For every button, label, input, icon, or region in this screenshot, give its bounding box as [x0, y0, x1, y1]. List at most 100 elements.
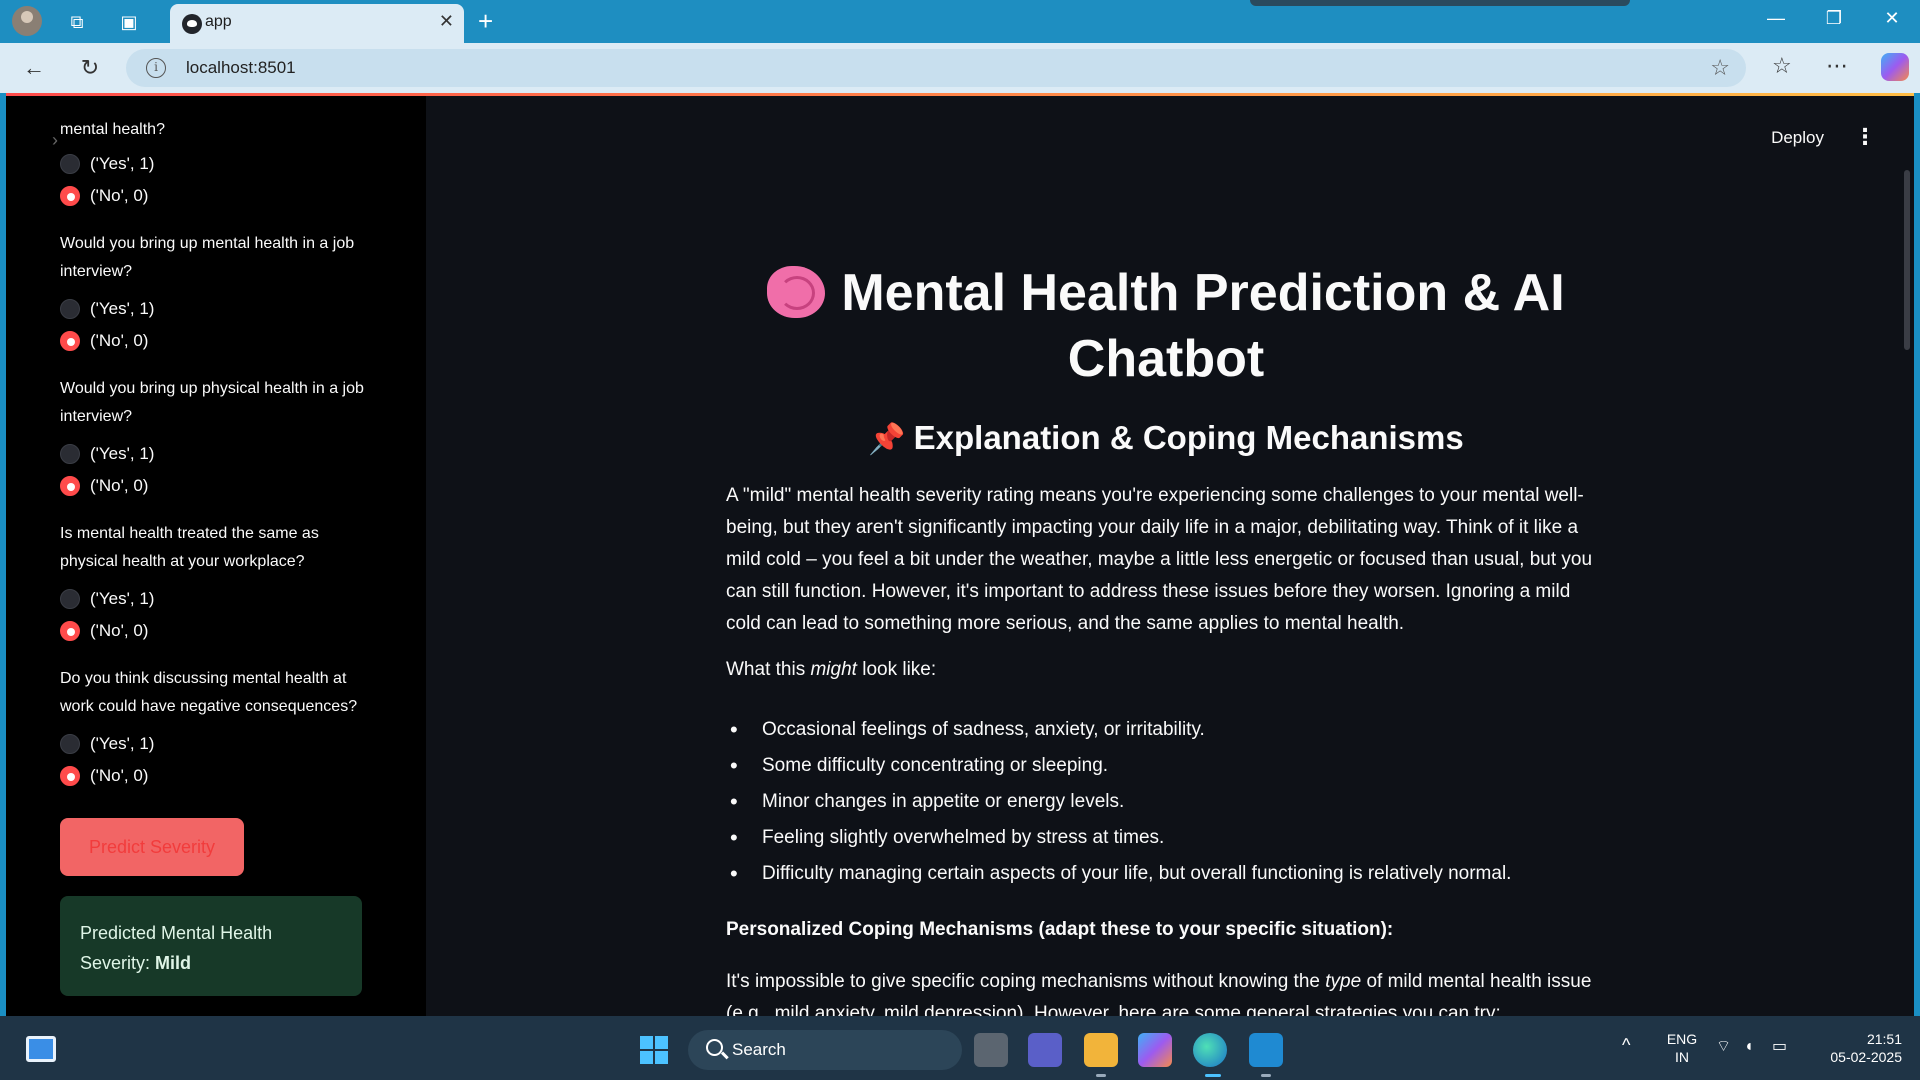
windows-taskbar: Search ^ ENG IN ⌔ ◖ ▭ 21:51 05-02-2025: [0, 1016, 1920, 1080]
copilot-icon[interactable]: [1881, 53, 1909, 81]
radio-unselected-icon: [60, 734, 80, 754]
text-span: look like:: [856, 659, 937, 680]
restore-button[interactable]: ❐: [1814, 8, 1854, 29]
battery-icon[interactable]: ▭: [1772, 1038, 1787, 1056]
radio-unselected-icon: [60, 299, 80, 319]
radio-q1-yes[interactable]: ('Yes', 1): [60, 151, 154, 177]
favorites-icon[interactable]: ☆: [1772, 53, 1792, 79]
radio-selected-icon: [60, 766, 80, 786]
radio-label: ('Yes', 1): [90, 589, 155, 608]
radio-q2-yes[interactable]: ('Yes', 1): [60, 296, 154, 322]
workspaces-icon[interactable]: ⧉: [64, 9, 90, 35]
radio-selected-icon: [60, 331, 80, 351]
streamlit-app: › mental health? ('Yes', 1) ('No', 0) Wo…: [6, 93, 1914, 1016]
language-indicator[interactable]: ENG IN: [1660, 1030, 1704, 1066]
radio-q4-yes[interactable]: ('Yes', 1): [60, 586, 154, 612]
radio-label: ('No', 0): [90, 331, 149, 350]
radio-label: ('No', 0): [90, 621, 149, 640]
emphasis-text: might: [810, 659, 857, 680]
what-it-looks-like-intro: What this might look like:: [726, 654, 1606, 686]
region-code: IN: [1675, 1049, 1689, 1065]
deploy-button[interactable]: Deploy: [1771, 128, 1824, 148]
task-view-icon[interactable]: [974, 1033, 1008, 1067]
browser-tab[interactable]: app ✕: [170, 4, 464, 43]
radio-selected-icon: [60, 186, 80, 206]
list-item: Occasional feelings of sadness, anxiety,…: [726, 712, 1606, 748]
teams-icon[interactable]: [1028, 1033, 1062, 1067]
predict-severity-button[interactable]: Predict Severity: [60, 818, 244, 876]
radio-q2-no[interactable]: ('No', 0): [60, 328, 148, 354]
radio-label: ('No', 0): [90, 186, 149, 205]
page-title: Mental Health Prediction & AI Chatbot: [726, 260, 1606, 392]
radio-label: ('No', 0): [90, 476, 149, 495]
radio-q1-no[interactable]: ('No', 0): [60, 183, 148, 209]
clock[interactable]: 21:51 05-02-2025: [1812, 1030, 1902, 1066]
more-menu-icon[interactable]: ⋯: [1826, 53, 1848, 79]
radio-unselected-icon: [60, 444, 80, 464]
widgets-icon[interactable]: [26, 1036, 56, 1062]
back-icon[interactable]: ←: [20, 54, 48, 82]
explanation-paragraph: A "mild" mental health severity rating m…: [726, 485, 1593, 634]
edge-browser-icon[interactable]: [1193, 1033, 1227, 1067]
list-item: Difficulty managing certain aspects of y…: [726, 856, 1606, 892]
question-partial: mental health?: [60, 121, 165, 138]
new-tab-button[interactable]: +: [478, 6, 493, 37]
streamlit-favicon-icon: [182, 14, 202, 34]
brain-icon: [767, 266, 826, 318]
radio-label: ('Yes', 1): [90, 444, 155, 463]
tab-actions-icon[interactable]: ▣: [116, 9, 142, 35]
drag-handle: [1250, 0, 1630, 6]
radio-label: ('No', 0): [90, 766, 149, 785]
radio-q3-no[interactable]: ('No', 0): [60, 473, 148, 499]
section-heading-text: Explanation & Coping Mechanisms: [913, 419, 1464, 456]
site-info-icon[interactable]: i: [146, 58, 166, 78]
scrollbar[interactable]: [1904, 170, 1910, 350]
tab-title: app: [205, 13, 232, 30]
question-negative-consequences: Do you think discussing mental health at…: [60, 670, 358, 715]
refresh-icon[interactable]: ↻: [76, 54, 104, 82]
radio-q3-yes[interactable]: ('Yes', 1): [60, 441, 154, 467]
section-heading: 📌 Explanation & Coping Mechanisms: [726, 416, 1606, 462]
coping-intro-paragraph: It's impossible to give specific coping …: [726, 966, 1606, 1016]
close-window-button[interactable]: ✕: [1872, 8, 1912, 29]
url-field[interactable]: i localhost:8501 ☆: [126, 49, 1746, 87]
favorite-star-icon[interactable]: ☆: [1710, 55, 1730, 81]
active-indicator: [1205, 1074, 1221, 1077]
show-hidden-icons[interactable]: ^: [1622, 1036, 1630, 1054]
address-bar: ← ↻ i localhost:8501 ☆ ☆ ⋯: [0, 43, 1920, 93]
volume-icon[interactable]: ◖: [1744, 1038, 1754, 1056]
tab-close-icon[interactable]: ✕: [439, 11, 454, 32]
question-job-interview-mental: Would you bring up mental health in a jo…: [60, 235, 355, 280]
radio-q4-no[interactable]: ('No', 0): [60, 618, 148, 644]
radio-q5-no[interactable]: ('No', 0): [60, 763, 148, 789]
list-item: Some difficulty concentrating or sleepin…: [726, 748, 1606, 784]
start-menu-icon[interactable]: [640, 1036, 668, 1064]
list-item: Minor changes in appetite or energy leve…: [726, 784, 1606, 820]
symptom-list: Occasional feelings of sadness, anxiety,…: [726, 712, 1606, 892]
profile-avatar[interactable]: [12, 6, 42, 36]
running-indicator: [1096, 1074, 1106, 1077]
taskbar-search[interactable]: Search: [688, 1030, 962, 1070]
clock-date: 05-02-2025: [1830, 1049, 1902, 1065]
coping-heading: Personalized Coping Mechanisms (adapt th…: [726, 919, 1394, 940]
sidebar-collapse-icon[interactable]: ›: [52, 130, 58, 151]
radio-label: ('Yes', 1): [90, 299, 155, 318]
text-span: It's impossible to give specific coping …: [726, 971, 1326, 992]
copilot-app-icon[interactable]: [1138, 1033, 1172, 1067]
radio-unselected-icon: [60, 589, 80, 609]
pushpin-icon: 📌: [868, 423, 906, 456]
prediction-result: Predicted Mental Health Severity: Mild: [60, 896, 362, 996]
text-span: What this: [726, 659, 811, 680]
sidebar: › mental health? ('Yes', 1) ('No', 0) Wo…: [6, 96, 426, 1016]
emphasis-text: type: [1325, 971, 1362, 992]
url-text[interactable]: localhost:8501: [186, 58, 296, 78]
file-explorer-icon[interactable]: [1084, 1033, 1118, 1067]
radio-q5-yes[interactable]: ('Yes', 1): [60, 731, 154, 757]
minimize-button[interactable]: —: [1756, 8, 1796, 29]
search-label: Search: [732, 1040, 786, 1059]
search-icon: [706, 1039, 723, 1056]
main-menu-icon[interactable]: ⋮: [1854, 124, 1876, 150]
list-item: Feeling slightly overwhelmed by stress a…: [726, 820, 1606, 856]
wifi-icon[interactable]: ⌔: [1716, 1038, 1731, 1056]
vscode-icon[interactable]: [1249, 1033, 1283, 1067]
